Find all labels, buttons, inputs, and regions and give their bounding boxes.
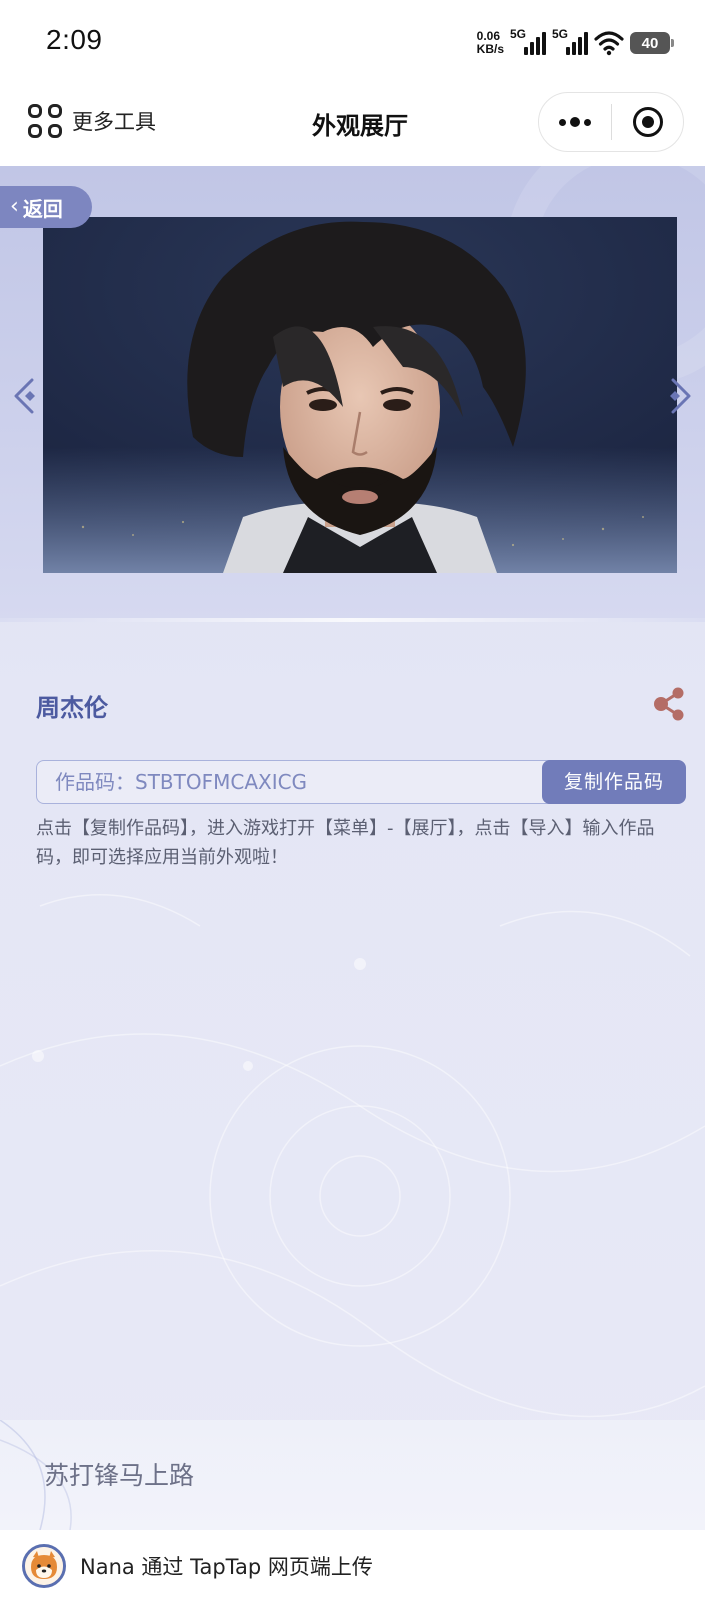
wifi-icon	[594, 31, 624, 56]
main-content: ‹ 返回 周杰伦 作品码：STBTOFMCAXICG 复制作品码 点击【复制作品…	[0, 166, 705, 1530]
network-speed-unit: KB/s	[476, 42, 504, 56]
work-code-row: 作品码：STBTOFMCAXICG 复制作品码	[36, 760, 686, 804]
mini-program-capsule	[538, 92, 684, 152]
close-mini-program-button[interactable]	[612, 107, 683, 137]
battery-icon: 40	[630, 32, 674, 54]
avatar[interactable]	[22, 1544, 66, 1588]
author-section: 苏打锋马上路	[0, 1420, 705, 1530]
back-button[interactable]: ‹ 返回	[0, 186, 92, 228]
network-speed: 0.06 KB/s	[477, 30, 504, 56]
chevron-left-icon: ‹	[10, 194, 19, 219]
signal-icon: 5G	[510, 27, 546, 57]
battery-level: 40	[641, 34, 659, 52]
work-name: 周杰伦	[36, 694, 108, 722]
next-arrow-icon[interactable]	[665, 376, 695, 416]
sim1-label: 5G	[510, 27, 527, 41]
copy-code-button[interactable]: 复制作品码	[542, 760, 686, 804]
sim2-label: 5G	[552, 27, 569, 41]
navigation-bar: 更多工具 外观展厅	[0, 86, 720, 166]
work-code-field[interactable]: 作品码：STBTOFMCAXICG	[36, 760, 556, 804]
target-icon	[632, 107, 663, 137]
uploader-text: Nana 通过 TapTap 网页端上传	[80, 1555, 373, 1579]
import-hint-text: 点击【复制作品码】，进入游戏打开【菜单】-【展厅】，点击【导入】输入作品码，即可…	[36, 818, 655, 868]
shiba-avatar-icon	[25, 1547, 63, 1585]
status-icons: 0.06 KB/s 5G 5G 40	[477, 26, 674, 60]
hero-section: ‹ 返回	[0, 166, 705, 622]
character-portrait	[43, 217, 677, 573]
uploader-bar: Nana 通过 TapTap 网页端上传	[0, 1530, 720, 1602]
signal-icon: 5G	[552, 27, 588, 57]
share-icon[interactable]	[652, 686, 686, 722]
back-button-label: 返回	[22, 196, 63, 221]
previous-arrow-icon[interactable]	[10, 376, 40, 416]
work-title-row: 周杰伦	[36, 686, 686, 726]
decorative-divider	[0, 618, 705, 622]
portrait-illustration	[43, 217, 677, 573]
more-options-button[interactable]	[539, 93, 611, 151]
author-name: 苏打锋马上路	[44, 1461, 195, 1490]
status-bar: 2:09 0.06 KB/s 5G 5G 40	[0, 0, 720, 86]
status-time: 2:09	[46, 24, 103, 55]
